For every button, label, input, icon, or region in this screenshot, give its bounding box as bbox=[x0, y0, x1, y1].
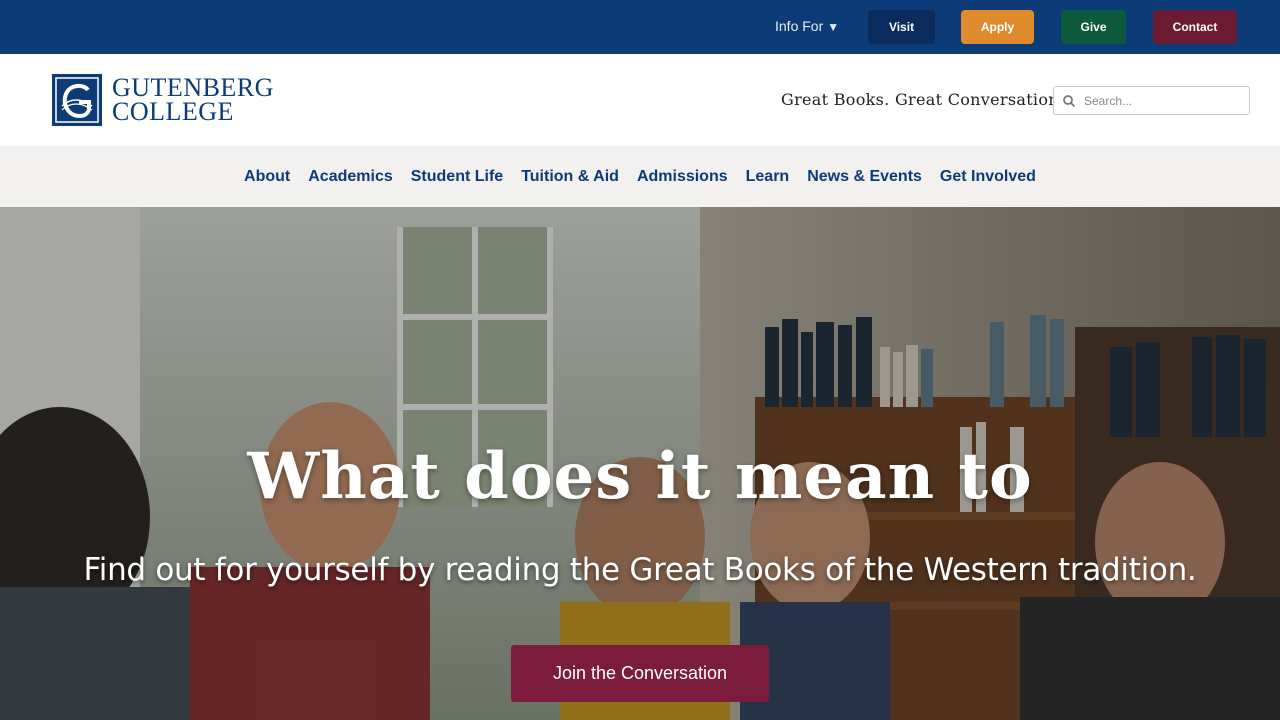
site-tagline: Great Books. Great Conversation. bbox=[781, 90, 1065, 109]
contact-button[interactable]: Contact bbox=[1153, 10, 1237, 44]
search-input[interactable] bbox=[1084, 93, 1234, 108]
nav-item-academics[interactable]: Academics bbox=[308, 168, 393, 186]
search-box[interactable] bbox=[1053, 86, 1250, 115]
nav-item-learn[interactable]: Learn bbox=[746, 168, 790, 186]
nav-item-admissions[interactable]: Admissions bbox=[637, 168, 728, 186]
logo-line-2: COLLEGE bbox=[112, 97, 234, 126]
hero-subtitle: Find out for yourself by reading the Gre… bbox=[83, 552, 1197, 588]
nav-item-news-events[interactable]: News & Events bbox=[807, 168, 922, 186]
nav-item-about[interactable]: About bbox=[244, 168, 290, 186]
site-header: GUTENBERG COLLEGE Great Books. Great Con… bbox=[0, 54, 1280, 146]
gutenberg-g-seal-icon[interactable] bbox=[52, 74, 102, 126]
visit-button[interactable]: Visit bbox=[868, 10, 935, 44]
give-button[interactable]: Give bbox=[1061, 10, 1126, 44]
info-for-dropdown[interactable]: Info For ▼ bbox=[775, 18, 839, 34]
hero-section: What does it mean to Find out for yourse… bbox=[0, 207, 1280, 720]
top-utility-bar: Info For ▼ Visit Apply Give Contact bbox=[0, 0, 1280, 54]
hero-title: What does it mean to bbox=[247, 439, 1033, 514]
site-logo-text[interactable]: GUTENBERG COLLEGE bbox=[112, 75, 274, 126]
nav-item-student-life[interactable]: Student Life bbox=[411, 168, 503, 186]
nav-item-tuition-aid[interactable]: Tuition & Aid bbox=[521, 168, 619, 186]
join-conversation-button[interactable]: Join the Conversation bbox=[511, 645, 769, 702]
apply-button[interactable]: Apply bbox=[961, 10, 1034, 44]
search-icon bbox=[1063, 94, 1076, 107]
info-for-label: Info For bbox=[775, 18, 824, 34]
chevron-down-icon: ▼ bbox=[827, 20, 840, 34]
nav-item-get-involved[interactable]: Get Involved bbox=[940, 168, 1036, 186]
main-navigation: About Academics Student Life Tuition & A… bbox=[0, 146, 1280, 207]
